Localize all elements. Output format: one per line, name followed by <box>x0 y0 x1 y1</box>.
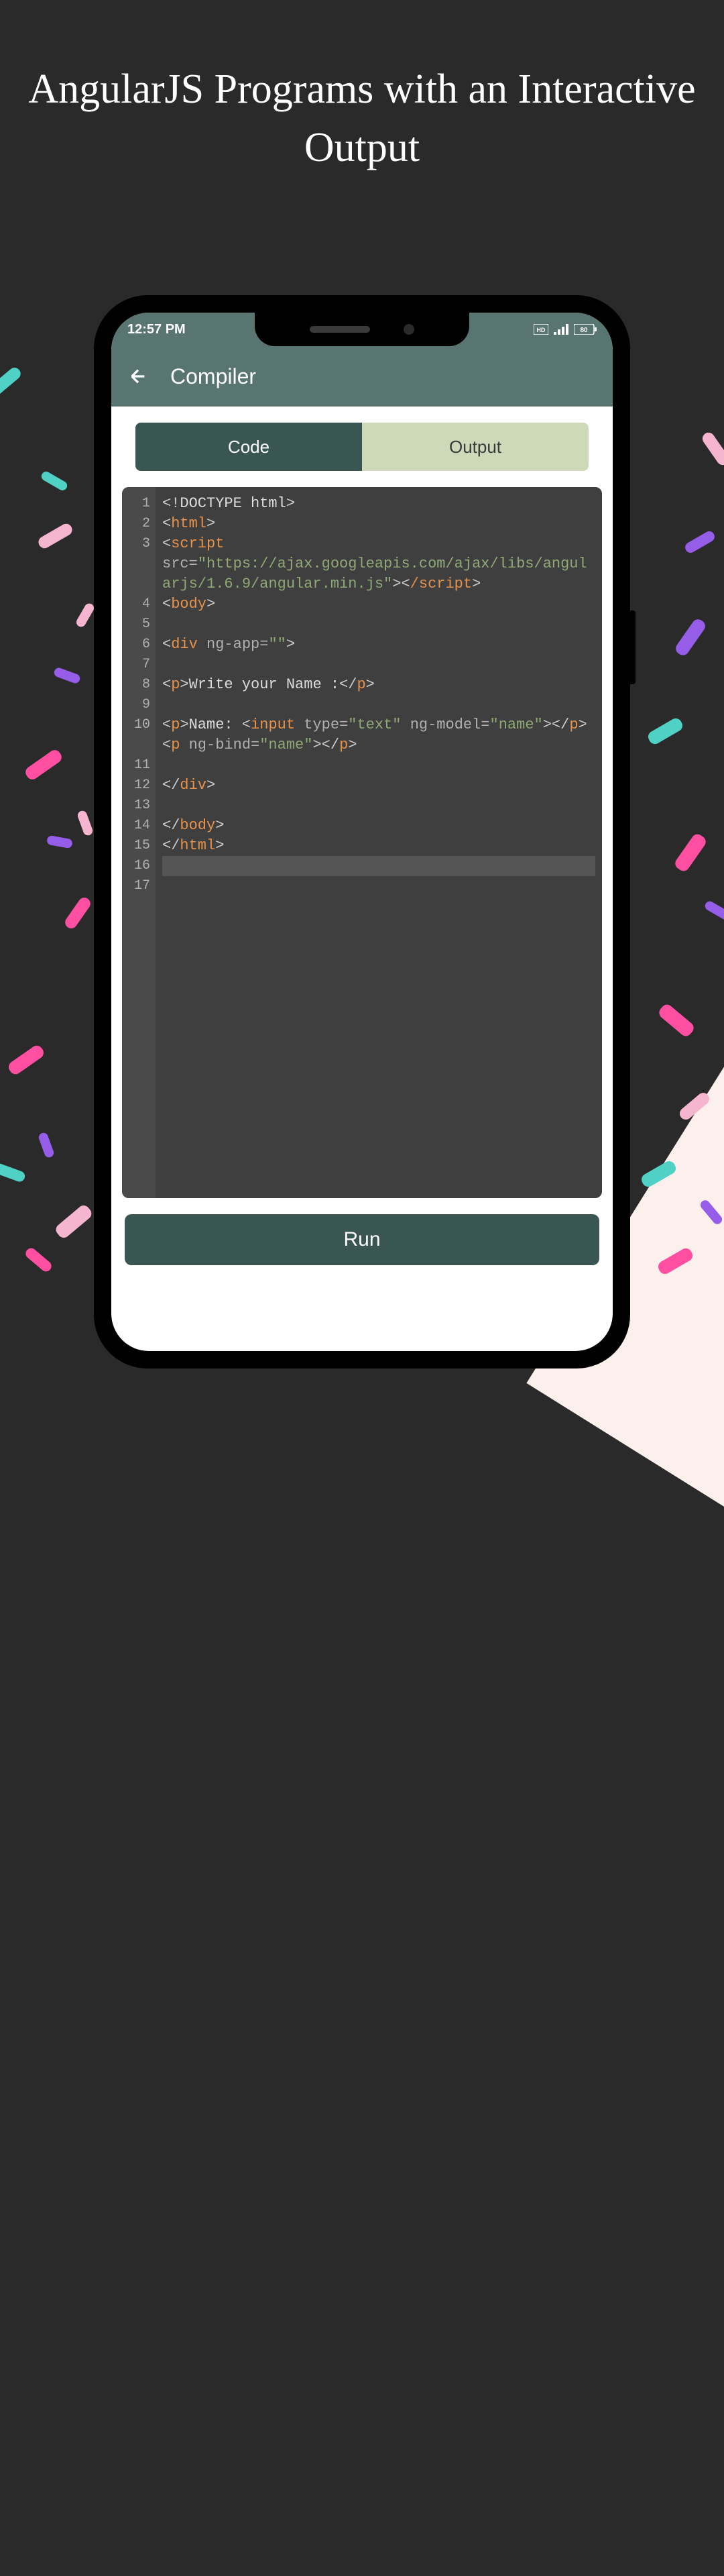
phone-frame: 12:57 PM HD 80 Compiler Code Output 1234… <box>94 295 630 1368</box>
back-arrow-icon[interactable] <box>127 366 149 387</box>
sprinkle <box>0 365 23 398</box>
sprinkle <box>23 748 64 782</box>
sprinkle <box>74 602 95 629</box>
sprinkle <box>38 1132 55 1159</box>
code-area[interactable]: <!DOCTYPE html><html><scriptsrc="https:/… <box>156 487 602 1198</box>
svg-text:80: 80 <box>580 327 588 334</box>
tab-code[interactable]: Code <box>135 423 362 471</box>
sprinkle <box>23 1246 54 1273</box>
sprinkle <box>46 835 73 849</box>
code-line[interactable] <box>162 856 595 876</box>
sprinkle <box>646 716 685 747</box>
volte-icon: HD <box>534 324 548 335</box>
code-line[interactable]: </body> <box>162 816 595 836</box>
sprinkle <box>674 617 708 658</box>
sprinkle <box>703 900 724 921</box>
sprinkle <box>40 470 68 492</box>
code-line[interactable]: <!DOCTYPE html> <box>162 494 595 514</box>
code-line[interactable]: <p>Write your Name :</p> <box>162 675 595 695</box>
signal-icon <box>554 324 568 335</box>
code-line[interactable] <box>162 614 595 635</box>
tab-output[interactable]: Output <box>362 423 589 471</box>
sprinkle <box>76 810 94 837</box>
phone-side-button <box>629 610 636 684</box>
sprinkle <box>36 521 74 550</box>
sprinkle <box>53 667 81 685</box>
sprinkle <box>700 430 724 467</box>
code-line[interactable] <box>162 755 595 775</box>
code-editor[interactable]: 1234567891011121314151617 <!DOCTYPE html… <box>122 487 602 1198</box>
sprinkle <box>7 1043 46 1077</box>
code-line[interactable]: <div ng-app=""> <box>162 635 595 655</box>
page-heading: AngularJS Programs with an Interactive O… <box>0 60 724 177</box>
code-line[interactable]: <body> <box>162 594 595 614</box>
code-line[interactable]: </html> <box>162 836 595 856</box>
sprinkle <box>683 529 717 555</box>
code-line[interactable]: </div> <box>162 775 595 796</box>
sprinkle <box>673 832 708 873</box>
tabs-container: Code Output <box>111 407 613 487</box>
sprinkle <box>54 1203 94 1240</box>
code-line[interactable] <box>162 695 595 715</box>
code-line[interactable]: <scriptsrc="https://ajax.googleapis.com/… <box>162 534 595 594</box>
sprinkle <box>657 1002 697 1038</box>
battery-icon: 80 <box>574 324 597 335</box>
status-time: 12:57 PM <box>127 322 186 337</box>
sprinkle <box>0 1162 26 1183</box>
app-title: Compiler <box>170 364 256 389</box>
svg-text:HD: HD <box>537 327 546 333</box>
code-line[interactable]: <p ng-bind="name"></p> <box>162 735 595 755</box>
phone-notch <box>255 313 469 346</box>
code-line[interactable] <box>162 796 595 816</box>
sprinkle <box>63 896 93 931</box>
code-line[interactable] <box>162 655 595 675</box>
line-gutter: 1234567891011121314151617 <box>122 487 156 1198</box>
code-line[interactable]: <html> <box>162 514 595 534</box>
app-header: Compiler <box>111 346 613 407</box>
code-line[interactable]: <p>Name: <input type="text" ng-model="na… <box>162 715 595 735</box>
run-button[interactable]: Run <box>125 1214 599 1265</box>
